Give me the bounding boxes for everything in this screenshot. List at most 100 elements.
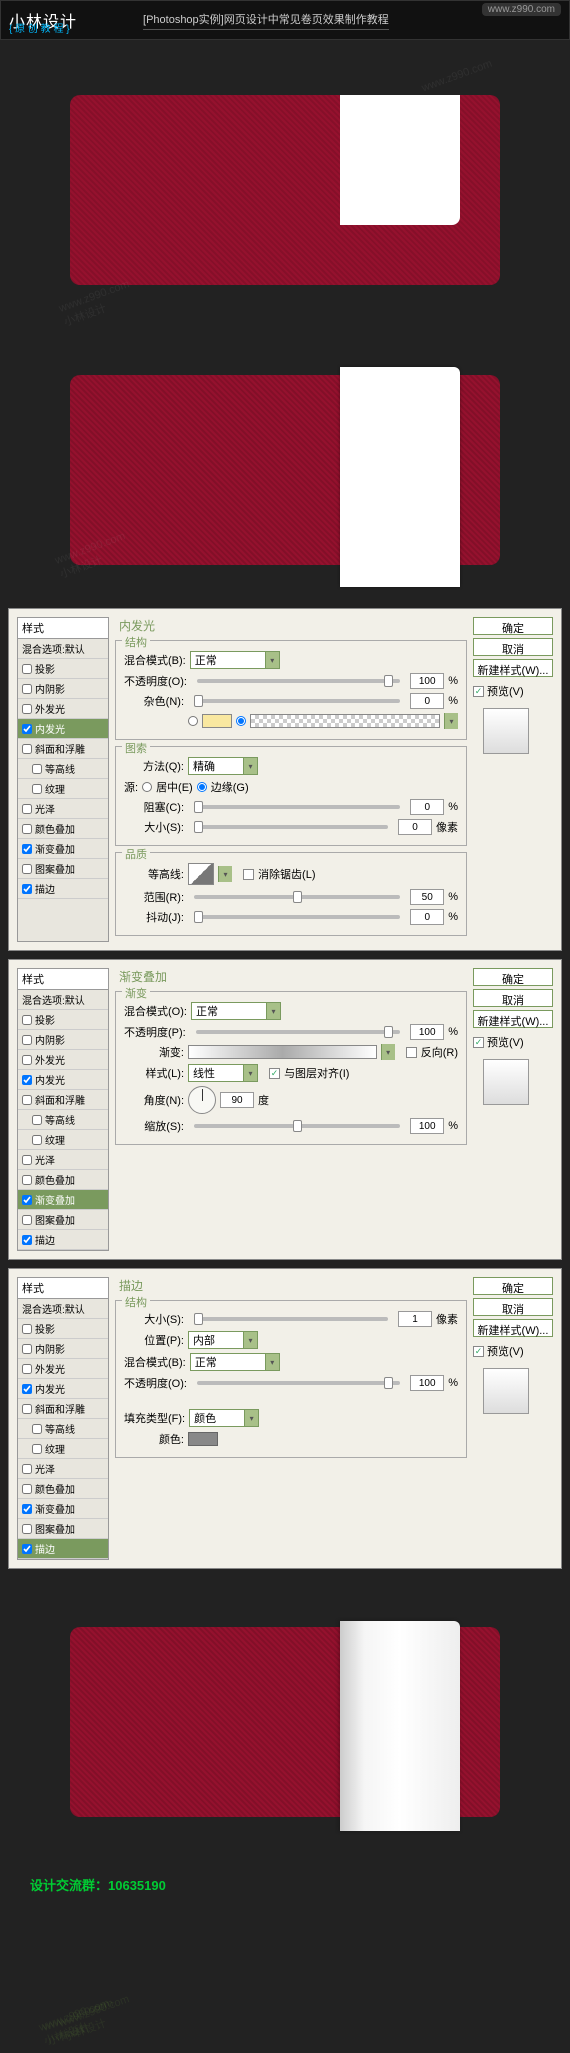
blend-mode-combo[interactable]: 正常▾ [190,651,280,669]
gradient-picker[interactable] [188,1045,377,1059]
reverse-check[interactable] [406,1047,417,1058]
choke-input[interactable] [410,799,444,815]
style-color-overlay[interactable]: 颜色叠加 [18,1170,108,1190]
glow-gradient[interactable] [250,714,440,728]
style-drop-shadow[interactable]: 投影 [18,659,108,679]
style-stroke[interactable]: 描边 [18,879,108,899]
panel-title: 描边 [115,1277,467,1294]
range-input[interactable] [410,889,444,905]
fill-type-combo[interactable]: 颜色▾ [189,1409,259,1427]
cancel-button[interactable]: 取消 [473,989,553,1007]
style-gloss[interactable]: 光泽 [18,799,108,819]
size-input[interactable] [398,1311,432,1327]
style-texture[interactable]: 纹理 [18,1439,108,1459]
cancel-button[interactable]: 取消 [473,1298,553,1316]
blend-options[interactable]: 混合选项:默认 [18,639,108,659]
opacity-slider[interactable] [196,1030,400,1034]
opacity-input[interactable] [410,673,444,689]
style-gloss[interactable]: 光泽 [18,1459,108,1479]
new-style-button[interactable]: 新建样式(W)... [473,1319,553,1337]
angle-input[interactable] [220,1092,254,1108]
style-texture[interactable]: 纹理 [18,1130,108,1150]
style-pattern-overlay[interactable]: 图案叠加 [18,859,108,879]
style-gloss[interactable]: 光泽 [18,1150,108,1170]
style-inner-shadow[interactable]: 内阴影 [18,1339,108,1359]
source-edge-radio[interactable] [197,782,207,792]
style-color-overlay[interactable]: 颜色叠加 [18,819,108,839]
cancel-button[interactable]: 取消 [473,638,553,656]
preview-1: www.z990.com小林设计 www.z990.com [0,40,570,340]
style-texture[interactable]: 纹理 [18,779,108,799]
style-stroke[interactable]: 描边 [18,1230,108,1250]
chevron-down-icon[interactable]: ▾ [218,866,232,882]
style-color-overlay[interactable]: 颜色叠加 [18,1479,108,1499]
style-grad-overlay[interactable]: 渐变叠加 [18,1499,108,1519]
anti-alias-check[interactable] [243,869,254,880]
align-check[interactable] [269,1068,280,1079]
red-box-3 [70,1627,500,1817]
ok-button[interactable]: 确定 [473,968,553,986]
style-pattern-overlay[interactable]: 图案叠加 [18,1210,108,1230]
style-pattern-overlay[interactable]: 图案叠加 [18,1519,108,1539]
logo-subtitle: { 原 创 教 程 } [9,20,70,35]
size-slider[interactable] [194,825,388,829]
style-outer-glow[interactable]: 外发光 [18,699,108,719]
source-center-radio[interactable] [142,782,152,792]
style-contour[interactable]: 等高线 [18,1419,108,1439]
method-combo[interactable]: 精确▾ [188,757,258,775]
range-slider[interactable] [194,895,400,899]
style-outer-glow[interactable]: 外发光 [18,1050,108,1070]
glow-color-well[interactable] [202,714,232,728]
opacity-slider[interactable] [197,679,400,683]
style-drop-shadow[interactable]: 投影 [18,1319,108,1339]
noise-input[interactable] [410,693,444,709]
url-tag: www.z990.com [482,3,561,16]
preview-check[interactable] [473,686,484,697]
contour-picker[interactable] [188,863,214,885]
color-source-solid[interactable] [188,716,198,726]
new-style-button[interactable]: 新建样式(W)... [473,659,553,677]
stroke-color-well[interactable] [188,1432,218,1446]
style-stroke[interactable]: 描边 [18,1539,108,1559]
scale-slider[interactable] [194,1124,400,1128]
style-outer-glow[interactable]: 外发光 [18,1359,108,1379]
jitter-input[interactable] [410,909,444,925]
style-inner-shadow[interactable]: 内阴影 [18,679,108,699]
preview-check[interactable] [473,1346,484,1357]
style-inner-glow[interactable]: 内发光 [18,1379,108,1399]
style-contour[interactable]: 等高线 [18,759,108,779]
color-source-gradient[interactable] [236,716,246,726]
opacity-input[interactable] [410,1024,444,1040]
size-input[interactable] [398,819,432,835]
style-grad-overlay[interactable]: 渐变叠加 [18,839,108,859]
ok-button[interactable]: 确定 [473,617,553,635]
style-contour[interactable]: 等高线 [18,1110,108,1130]
style-bevel[interactable]: 斜面和浮雕 [18,1090,108,1110]
style-inner-glow[interactable]: 内发光 [18,1070,108,1090]
style-bevel[interactable]: 斜面和浮雕 [18,739,108,759]
noise-slider[interactable] [194,699,400,703]
preview-check[interactable] [473,1037,484,1048]
chevron-down-icon[interactable]: ▾ [444,713,458,729]
opacity-slider[interactable] [197,1381,400,1385]
settings-panel: 内发光 结构 混合模式(B): 正常▾ 不透明度(O): % 杂色(N): % … [115,617,467,942]
style-inner-shadow[interactable]: 内阴影 [18,1030,108,1050]
position-combo[interactable]: 内部▾ [188,1331,258,1349]
style-bevel[interactable]: 斜面和浮雕 [18,1399,108,1419]
style-inner-glow[interactable]: 内发光 [18,719,108,739]
opacity-input[interactable] [410,1375,444,1391]
layer-style-dialog-3: 样式 混合选项:默认 投影 内阴影 外发光 内发光 斜面和浮雕 等高线 纹理 光… [8,1268,562,1569]
style-grad-overlay[interactable]: 渐变叠加 [18,1190,108,1210]
ok-button[interactable]: 确定 [473,1277,553,1295]
choke-slider[interactable] [194,805,400,809]
angle-dial[interactable] [188,1086,216,1114]
jitter-slider[interactable] [194,915,400,919]
scale-input[interactable] [410,1118,444,1134]
style-drop-shadow[interactable]: 投影 [18,1010,108,1030]
blend-mode-combo[interactable]: 正常▾ [190,1353,280,1371]
grad-style-combo[interactable]: 线性▾ [188,1064,258,1082]
chevron-down-icon: ▾ [265,652,279,668]
size-slider[interactable] [194,1317,388,1321]
blend-mode-combo[interactable]: 正常▾ [191,1002,281,1020]
new-style-button[interactable]: 新建样式(W)... [473,1010,553,1028]
